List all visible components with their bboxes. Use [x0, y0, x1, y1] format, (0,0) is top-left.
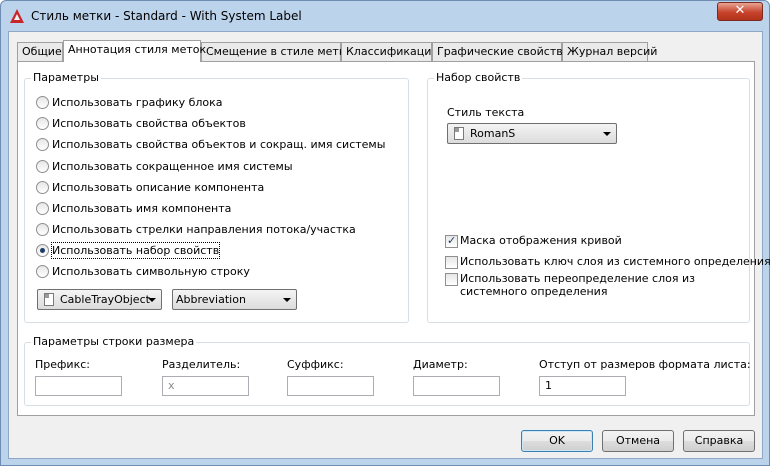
prefix-label: Префикс: [35, 358, 90, 371]
dialog-window: Стиль метки - Standard - With System Lab… [0, 0, 770, 466]
text-style-value: RomanS [470, 127, 516, 140]
chevron-down-icon [603, 132, 611, 136]
ok-button[interactable]: OK [521, 430, 593, 452]
sheet-offset-field[interactable]: 1 [539, 376, 626, 396]
parameters-group: Параметры Использовать графику блока Исп… [24, 71, 409, 323]
checkbox-label: Маска отображения кривой [460, 234, 622, 247]
dialog-body: Общие Аннотация стиля меток Смещение в с… [8, 31, 770, 459]
radio-button[interactable] [36, 223, 49, 236]
property-dropdown[interactable]: Abbreviation [172, 289, 297, 310]
text-style-icon [454, 127, 464, 140]
tab-label-style-annotation[interactable]: Аннотация стиля меток [63, 40, 206, 62]
checkbox[interactable] [445, 256, 458, 269]
help-button[interactable]: Справка [683, 430, 755, 452]
radio-button[interactable] [36, 160, 49, 173]
tab-general[interactable]: Общие [17, 42, 63, 61]
property-set-dropdown[interactable]: CableTrayObject [37, 289, 162, 310]
chevron-down-icon [283, 298, 291, 302]
sheet-offset-label: Отступ от размеров формата листа: [539, 358, 751, 371]
radio-label: Использовать описание компонента [52, 181, 265, 194]
radio-button[interactable] [36, 265, 49, 278]
tab-label-offset[interactable]: Смещение в стиле метки [201, 42, 353, 61]
tab-panel: Параметры Использовать графику блока Исп… [17, 61, 770, 416]
separator-label: Разделитель: [162, 358, 241, 371]
checkbox-label: Использовать ключ слоя из системного опр… [460, 255, 770, 268]
radio-label: Использовать набор свойств [50, 242, 221, 259]
tab-version-history[interactable]: Журнал версий [562, 42, 657, 61]
radio-label: Использовать стрелки направления потока/… [52, 223, 356, 236]
close-button[interactable]: ✕ [717, 2, 763, 21]
radio-label: Использовать графику блока [52, 96, 223, 109]
prefix-field[interactable] [35, 376, 122, 396]
checkbox-checked[interactable] [445, 234, 458, 248]
radio-button[interactable] [36, 181, 49, 194]
property-set-icon [44, 293, 54, 306]
checkbox-label: Использовать переопределение слоя из сис… [460, 272, 695, 298]
suffix-label: Суффикс: [287, 358, 344, 371]
radio-label: Использовать свойства объектов и сокращ.… [52, 138, 386, 151]
dimension-legend: Параметры строки размера [31, 335, 197, 348]
dimension-string-group: Параметры строки размера Префикс: Раздел… [24, 335, 751, 406]
radio-button[interactable] [36, 202, 49, 215]
chevron-down-icon [148, 298, 156, 302]
radio-label: Использовать символьную строку [52, 265, 250, 278]
suffix-field[interactable] [287, 376, 374, 396]
radio-button-selected[interactable] [36, 244, 49, 257]
title-bar[interactable]: Стиль метки - Standard - With System Lab… [1, 1, 769, 31]
autocad-logo-icon [10, 9, 24, 23]
parameters-legend: Параметры [31, 71, 101, 84]
tab-display-properties[interactable]: Графические свойства [432, 42, 569, 61]
radio-label: Использовать свойства объектов [52, 117, 246, 130]
radio-button[interactable] [36, 138, 49, 151]
tab-classifications[interactable]: Классификации [341, 42, 439, 61]
diameter-label: Диаметр: [413, 358, 468, 371]
separator-field[interactable]: x [162, 376, 249, 396]
window-title: Стиль метки - Standard - With System Lab… [31, 9, 302, 23]
cancel-button[interactable]: Отмена [602, 430, 674, 452]
checkbox[interactable] [445, 273, 458, 286]
radio-label: Использовать имя компонента [52, 202, 232, 215]
radio-label: Использовать сокращенное имя системы [52, 160, 293, 173]
radio-button[interactable] [36, 117, 49, 130]
text-style-label: Стиль текста [447, 106, 525, 119]
property-value: Abbreviation [176, 293, 246, 306]
diameter-field[interactable] [413, 376, 500, 396]
property-set-legend: Набор свойств [434, 71, 523, 84]
radio-button[interactable] [36, 96, 49, 109]
text-style-dropdown[interactable]: RomanS [447, 123, 617, 144]
property-set-value: CableTrayObject [60, 293, 150, 306]
property-set-group: Набор свойств Стиль текста RomanS Маска … [427, 71, 770, 323]
